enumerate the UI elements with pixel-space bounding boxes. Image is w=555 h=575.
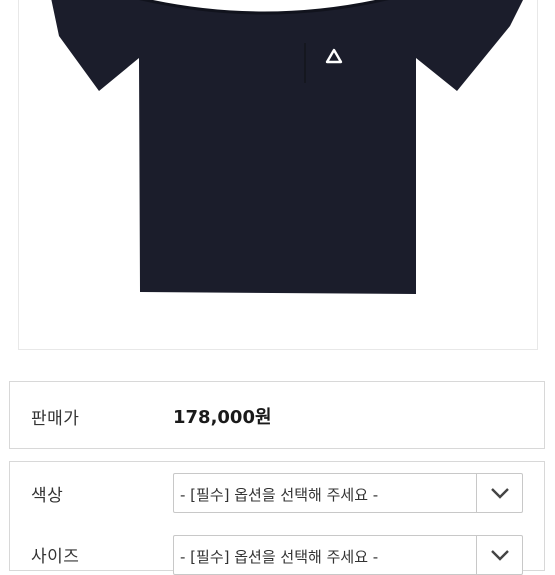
chevron-down-icon	[491, 550, 509, 561]
color-select[interactable]: - [필수] 옵션을 선택해 주세요 -	[173, 473, 523, 513]
color-label: 색상	[31, 486, 64, 506]
size-select[interactable]: - [필수] 옵션을 선택해 주세요 -	[173, 535, 523, 575]
tshirt-shape	[51, 0, 523, 294]
size-select-value: - [필수] 옵션을 선택해 주세요 -	[180, 548, 379, 566]
size-select-arrow[interactable]	[476, 536, 522, 574]
color-select-value: - [필수] 옵션을 선택해 주세요 -	[180, 486, 379, 504]
price-row: 판매가 178,000원	[9, 381, 545, 449]
price-label: 판매가	[31, 409, 80, 429]
product-image-frame	[18, 0, 538, 350]
product-image[interactable]	[19, 0, 539, 350]
price-value: 178,000원	[173, 407, 272, 428]
chevron-down-icon	[491, 488, 509, 499]
color-select-arrow[interactable]	[476, 474, 522, 512]
